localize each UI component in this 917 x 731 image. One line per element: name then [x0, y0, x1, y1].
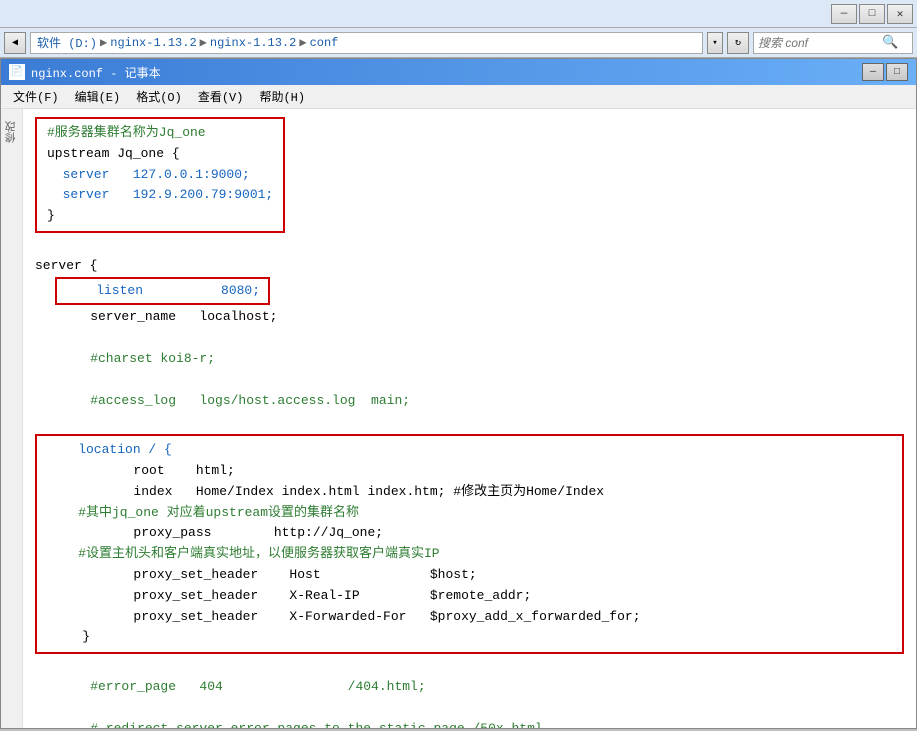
maximize-button[interactable]: □ — [859, 4, 885, 24]
code-access-log: #access_log logs/host.access.log main; — [35, 391, 904, 412]
breadcrumb[interactable]: 软件 (D:) ▶ nginx-1.13.2 ▶ nginx-1.13.2 ▶ … — [30, 32, 703, 54]
search-input[interactable] — [758, 36, 878, 50]
notepad-title-text: 📄 nginx.conf - 记事本 — [9, 64, 161, 81]
code-charset: #charset koi8-r; — [35, 349, 904, 370]
code-error-page: #error_page 404 /404.html; — [35, 677, 904, 698]
menu-help[interactable]: 帮助(H) — [251, 86, 313, 107]
code-server-open: server { — [35, 256, 904, 277]
code-blank1 — [35, 235, 904, 256]
code-root: root html; — [47, 461, 892, 482]
listen-box: listen 8080; — [55, 277, 270, 306]
code-index: index Home/Index index.html index.htm; #… — [47, 482, 892, 503]
left-sidebar: 修改 — [1, 109, 23, 728]
minimize-button[interactable]: — — [831, 4, 857, 24]
code-listen: listen 8080; — [65, 281, 260, 302]
notepad-titlebar: 📄 nginx.conf - 记事本 — □ — [1, 59, 916, 85]
menu-format[interactable]: 格式(O) — [128, 86, 190, 107]
code-redirect-comment: # redirect server error pages to the sta… — [35, 719, 904, 728]
menu-edit[interactable]: 编辑(E) — [67, 86, 129, 107]
location-block-box: location / { root html; index Home/Index… — [35, 434, 904, 654]
code-blank5 — [35, 656, 904, 677]
code-editor[interactable]: #服务器集群名称为Jq_one upstream Jq_one { server… — [23, 109, 916, 728]
close-button[interactable]: ✕ — [887, 4, 913, 24]
breadcrumb-sep1: ▶ — [100, 35, 107, 50]
breadcrumb-software: 软件 (D:) — [37, 34, 97, 51]
code-blank4 — [35, 411, 904, 432]
nav-refresh-button[interactable]: ↻ — [727, 32, 749, 54]
code-proxy-pass: proxy_pass http://Jq_one; — [47, 523, 892, 544]
code-blank6 — [35, 698, 904, 719]
menu-view[interactable]: 查看(V) — [190, 86, 252, 107]
code-upstream-open: upstream Jq_one { — [47, 144, 273, 165]
breadcrumb-sep2: ▶ — [200, 35, 207, 50]
code-proxy-realip: proxy_set_header X-Real-IP $remote_addr; — [47, 586, 892, 607]
upstream-block-box: #服务器集群名称为Jq_one upstream Jq_one { server… — [35, 117, 285, 233]
main-window: 📄 nginx.conf - 记事本 — □ 文件(F) 编辑(E) 格式(O)… — [0, 58, 917, 729]
code-server-name: server_name localhost; — [35, 307, 904, 328]
code-comment-upstream: #服务器集群名称为Jq_one — [47, 123, 273, 144]
notepad-title-label: nginx.conf - 记事本 — [31, 64, 161, 81]
breadcrumb-dropdown[interactable]: ▾ — [707, 32, 723, 54]
window-controls-bar: — □ ✕ — [0, 0, 917, 28]
address-bar: ◀ 软件 (D:) ▶ nginx-1.13.2 ▶ nginx-1.13.2 … — [0, 28, 917, 58]
breadcrumb-container: ◀ 软件 (D:) ▶ nginx-1.13.2 ▶ nginx-1.13.2 … — [4, 32, 749, 54]
menu-bar: 文件(F) 编辑(E) 格式(O) 查看(V) 帮助(H) — [1, 85, 916, 109]
notepad-maximize-button[interactable]: □ — [886, 63, 908, 81]
sidebar-label: 修改 — [4, 121, 20, 143]
code-location-close: } — [47, 627, 892, 648]
content-area: 修改 #服务器集群名称为Jq_one upstream Jq_one { ser… — [1, 109, 916, 728]
breadcrumb-nginx1: nginx-1.13.2 — [110, 36, 196, 50]
notepad-win-buttons: — □ — [862, 63, 908, 81]
code-upstream-close: } — [47, 206, 273, 227]
notepad-icon: 📄 — [9, 64, 25, 80]
notepad-minimize-button[interactable]: — — [862, 63, 884, 81]
search-box[interactable]: 🔍 — [753, 32, 913, 54]
code-comment-ip: #设置主机头和客户端真实地址，以便服务器获取客户端真实IP — [47, 544, 892, 565]
breadcrumb-conf: conf — [310, 36, 339, 50]
breadcrumb-nginx2: nginx-1.13.2 — [210, 36, 296, 50]
code-comment-jq: #其中jq_one 对应着upstream设置的集群名称 — [47, 503, 892, 524]
code-location: location / { — [47, 440, 892, 461]
code-proxy-host: proxy_set_header Host $host; — [47, 565, 892, 586]
breadcrumb-sep3: ▶ — [299, 35, 306, 50]
menu-file[interactable]: 文件(F) — [5, 86, 67, 107]
code-server1: server 127.0.0.1:9000; — [47, 165, 273, 186]
search-icon[interactable]: 🔍 — [882, 35, 898, 50]
nav-back-button[interactable]: ◀ — [4, 32, 26, 54]
code-server2: server 192.9.200.79:9001; — [47, 185, 273, 206]
code-blank3 — [35, 370, 904, 391]
code-proxy-forwarded: proxy_set_header X-Forwarded-For $proxy_… — [47, 607, 892, 628]
code-blank2 — [35, 328, 904, 349]
